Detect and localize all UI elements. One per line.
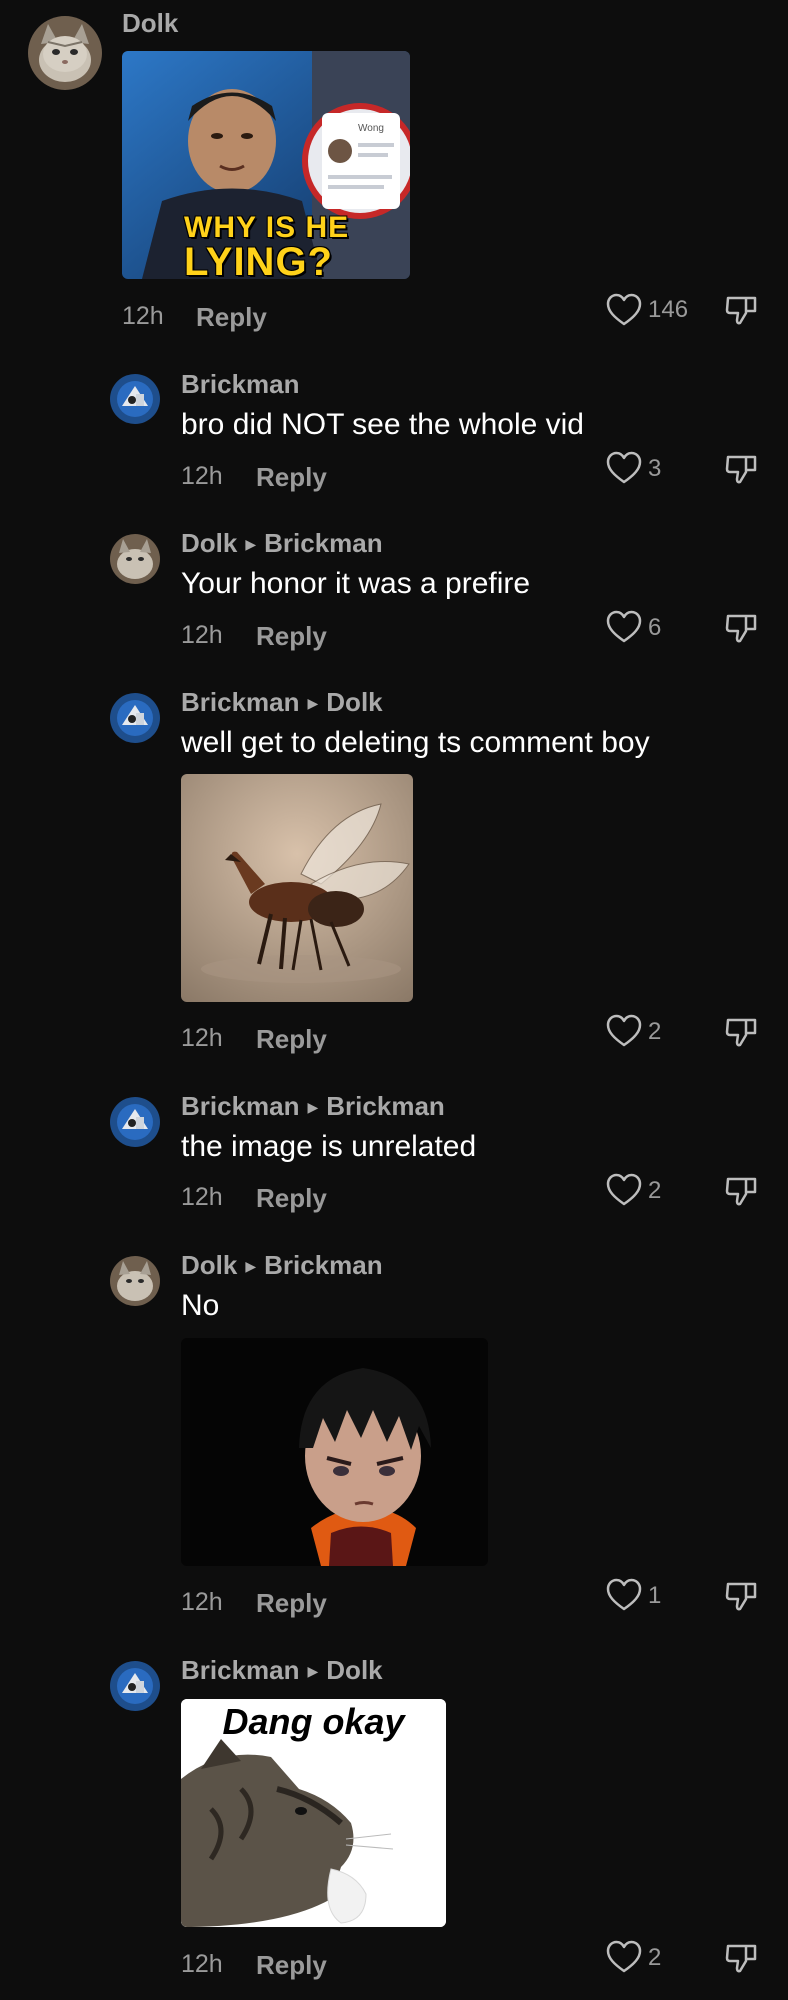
comment-time: 12h	[181, 462, 223, 490]
heart-icon[interactable]	[606, 610, 642, 644]
heart-icon[interactable]	[606, 1940, 642, 1974]
comment-time: 12h	[181, 621, 223, 649]
reply-button[interactable]: Reply	[256, 1024, 327, 1055]
reply-button[interactable]: Reply	[256, 1950, 327, 1981]
heart-icon[interactable]	[606, 1578, 642, 1612]
thumbs-down-icon[interactable]	[724, 1578, 760, 1614]
comment-author-line: Brickman ▶ Brickman	[181, 1091, 445, 1122]
thumbs-down-icon[interactable]	[724, 1940, 760, 1976]
comment-author-line: Dolk ▶ Brickman	[181, 1250, 383, 1281]
like-count: 3	[648, 455, 662, 482]
comment-text: Your honor it was a prefire	[181, 567, 531, 600]
reply-to-name[interactable]: Brickman	[326, 1091, 445, 1121]
like-count: 2	[648, 1018, 662, 1045]
comment-text: bro did NOT see the whole vid	[181, 408, 584, 441]
meme-caption: Dang okay	[222, 1701, 405, 1742]
reply-button[interactable]: Reply	[256, 1588, 327, 1619]
like-count: 2	[648, 1177, 662, 1204]
avatar-brickman[interactable]	[110, 1097, 160, 1147]
thumbs-down-icon[interactable]	[724, 1173, 760, 1209]
meme-caption: WHY IS HE LYING?	[184, 211, 350, 280]
triangle-right-icon: ▶	[307, 695, 319, 711]
thumbs-down-icon[interactable]	[724, 610, 760, 646]
avatar-dolk[interactable]	[110, 534, 160, 584]
comment-text: No	[181, 1289, 220, 1322]
author-name[interactable]: Dolk	[181, 1250, 237, 1280]
author-name[interactable]: Brickman	[181, 1091, 300, 1121]
like-count: 6	[648, 614, 662, 641]
comment-time: 12h	[122, 302, 164, 330]
thumbs-down-icon[interactable]	[724, 1014, 760, 1050]
comment-text: well get to deleting ts comment boy	[181, 726, 650, 759]
avatar-brickman[interactable]	[110, 1661, 160, 1711]
author-name[interactable]: Dolk	[181, 528, 237, 558]
comment-time: 12h	[181, 1024, 223, 1052]
comment-media-image[interactable]: Wong WHY IS HE LYING?	[122, 51, 410, 279]
author-name[interactable]: Brickman	[181, 687, 300, 717]
reply-to-name[interactable]: Brickman	[264, 528, 383, 558]
triangle-right-icon: ▶	[245, 536, 257, 552]
thumbs-down-icon[interactable]	[724, 292, 760, 328]
avatar-dolk[interactable]	[28, 16, 102, 90]
reply-button[interactable]: Reply	[256, 1183, 327, 1214]
reply-to-name[interactable]: Dolk	[326, 1655, 382, 1685]
reply-button[interactable]: Reply	[256, 462, 327, 493]
meme-caption-line-1: WHY IS HE	[184, 211, 350, 244]
comment-media-image[interactable]: Dang okay	[181, 1699, 446, 1927]
triangle-right-icon: ▶	[307, 1663, 319, 1679]
author-name[interactable]: Dolk	[122, 8, 178, 38]
meme-caption-line-2: LYING?	[184, 240, 333, 279]
triangle-right-icon: ▶	[245, 1258, 257, 1274]
comment-text: the image is unrelated	[181, 1130, 477, 1163]
like-count: 146	[648, 296, 689, 323]
comment-author[interactable]: Dolk	[122, 8, 178, 39]
reply-to-name[interactable]: Dolk	[326, 687, 382, 717]
comment-author-line: Brickman ▶ Dolk	[181, 687, 383, 718]
comment-media-image[interactable]	[181, 1338, 488, 1566]
like-count: 1	[648, 1582, 662, 1609]
like-count: 2	[648, 1944, 662, 1971]
phone-label: Wong	[358, 123, 384, 134]
comment-author-line: Brickman ▶ Dolk	[181, 1655, 383, 1686]
comment-time: 12h	[181, 1183, 223, 1211]
thumbs-down-icon[interactable]	[724, 451, 760, 487]
reply-button[interactable]: Reply	[256, 621, 327, 652]
heart-icon[interactable]	[606, 1014, 642, 1048]
triangle-right-icon: ▶	[307, 1099, 319, 1115]
heart-icon[interactable]	[606, 451, 642, 485]
author-name[interactable]: Brickman	[181, 369, 300, 399]
comment-time: 12h	[181, 1588, 223, 1616]
comment-author[interactable]: Brickman	[181, 369, 300, 400]
avatar-brickman[interactable]	[110, 693, 160, 743]
comment-author-line: Dolk ▶ Brickman	[181, 528, 383, 559]
avatar-dolk[interactable]	[110, 1256, 160, 1306]
avatar-brickman[interactable]	[110, 374, 160, 424]
comment-media-image[interactable]	[181, 774, 413, 1002]
comment-time: 12h	[181, 1950, 223, 1978]
heart-icon[interactable]	[606, 293, 642, 327]
reply-to-name[interactable]: Brickman	[264, 1250, 383, 1280]
reply-button[interactable]: Reply	[196, 302, 267, 333]
heart-icon[interactable]	[606, 1173, 642, 1207]
author-name[interactable]: Brickman	[181, 1655, 300, 1685]
